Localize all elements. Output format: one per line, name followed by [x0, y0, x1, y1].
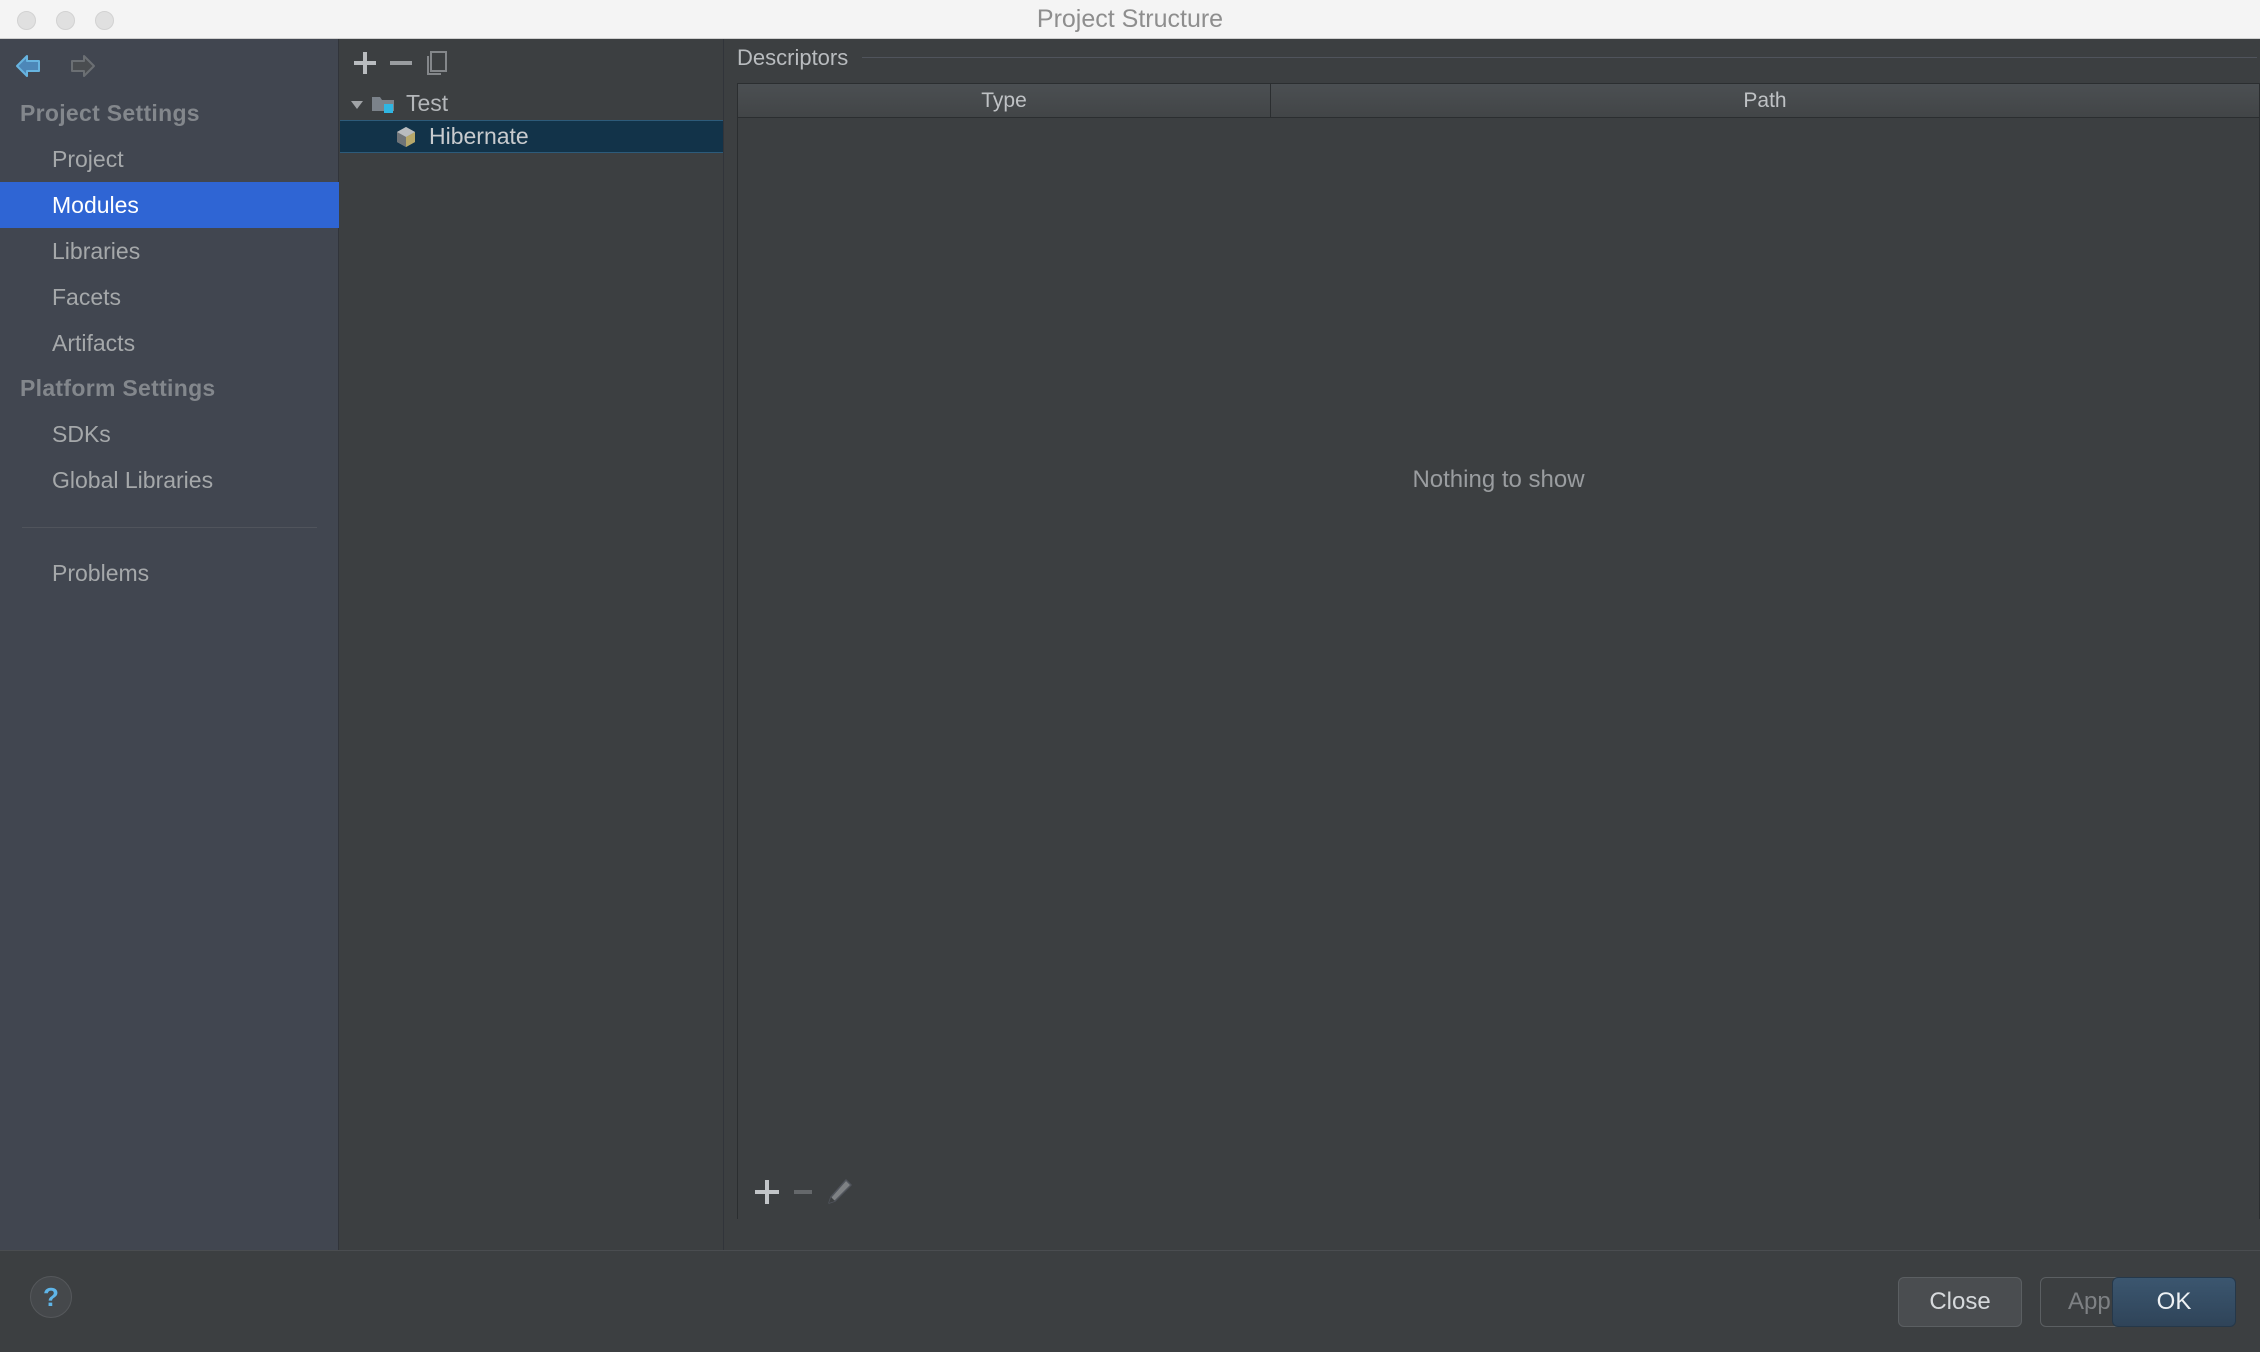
module-tree-toolbar [340, 39, 723, 87]
remove-module-button[interactable] [384, 47, 418, 79]
add-descriptor-button[interactable] [750, 1175, 784, 1209]
empty-state-message: Nothing to show [1412, 466, 1585, 493]
table-header-row: Type Path [738, 84, 2259, 118]
sidebar-item-project[interactable]: Project [0, 136, 339, 182]
settings-nav-list: Project Settings Project Modules Librari… [0, 91, 339, 596]
column-header-type[interactable]: Type [738, 84, 1271, 117]
sidebar-item-libraries[interactable]: Libraries [0, 228, 339, 274]
sidebar-divider [22, 527, 317, 528]
window-titlebar: Project Structure [0, 0, 2260, 39]
module-tree-panel: Test Hibernate [340, 39, 724, 1250]
descriptors-section-header: Descriptors [737, 39, 2257, 76]
sidebar-item-problems[interactable]: Problems [0, 550, 339, 596]
sidebar-navigation-bar [0, 39, 339, 91]
pencil-icon[interactable] [822, 1175, 856, 1209]
section-title: Descriptors [737, 44, 849, 70]
table-body: Nothing to show [738, 118, 2259, 1167]
ok-button[interactable]: OK [2112, 1277, 2236, 1327]
column-header-path[interactable]: Path [1271, 84, 2259, 117]
sidebar-item-artifacts[interactable]: Artifacts [0, 320, 339, 366]
module-folder-icon [370, 93, 398, 115]
chevron-down-icon[interactable] [344, 95, 370, 113]
hibernate-icon [393, 126, 421, 148]
tree-node-label: Test [406, 90, 449, 116]
tree-node-label: Hibernate [429, 123, 529, 149]
descriptors-toolbar [737, 1167, 2260, 1219]
section-rule [862, 57, 2257, 58]
descriptors-table: Type Path Nothing to show [737, 83, 2260, 1167]
forward-arrow-icon[interactable] [62, 52, 98, 80]
remove-descriptor-button[interactable] [786, 1175, 820, 1209]
back-arrow-icon[interactable] [13, 52, 49, 80]
dialog-footer: ? Close Apply OK [0, 1250, 2260, 1352]
facet-detail-panel: Descriptors Type Path Nothing to show [725, 39, 2260, 1250]
window-title: Project Structure [1036, 5, 1224, 33]
sidebar-item-facets[interactable]: Facets [0, 274, 339, 320]
tree-node-hibernate[interactable]: Hibernate [340, 120, 723, 153]
help-button[interactable]: ? [30, 1276, 72, 1318]
sidebar-item-sdks[interactable]: SDKs [0, 411, 339, 457]
nav-group-platform-settings: Platform Settings [20, 375, 216, 401]
sidebar-item-global-libraries[interactable]: Global Libraries [0, 457, 339, 503]
nav-group-project-settings: Project Settings [20, 100, 200, 126]
settings-sidebar: Project Settings Project Modules Librari… [0, 39, 339, 1250]
project-structure-dialog: Project Settings Project Modules Librari… [0, 39, 2260, 1352]
module-tree: Test Hibernate [340, 87, 723, 153]
tree-node-test[interactable]: Test [340, 87, 723, 120]
sidebar-item-modules[interactable]: Modules [0, 182, 339, 228]
copy-module-button[interactable] [420, 47, 454, 79]
add-module-button[interactable] [348, 47, 382, 79]
close-button[interactable]: Close [1898, 1277, 2022, 1327]
